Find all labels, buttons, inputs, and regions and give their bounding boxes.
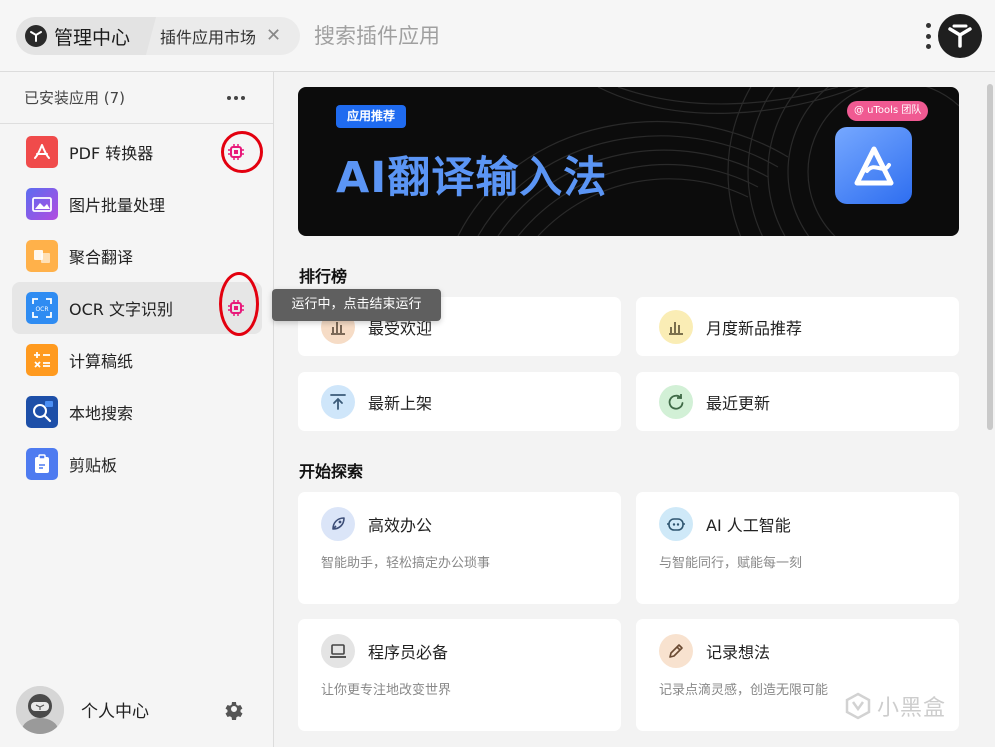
sidebar-item-calculator[interactable]: 计算稿纸 xyxy=(12,334,262,386)
card-label: 最近更新 xyxy=(706,393,771,413)
sidebar-item-label: 剪贴板 xyxy=(69,456,118,475)
utools-logo-icon xyxy=(25,25,47,47)
card-label: 高效办公 xyxy=(368,516,433,535)
pencil-icon xyxy=(659,634,693,668)
search-icon xyxy=(26,396,58,428)
running-tooltip: 运行中，点击结束运行 xyxy=(272,289,441,321)
card-label: 最新上架 xyxy=(368,393,433,413)
team-tag: @ uTools 团队 xyxy=(847,101,929,121)
card-description: 记录点滴灵感，创造无限可能 xyxy=(659,683,829,698)
watermark: 小黑盒 xyxy=(843,690,946,722)
user-center[interactable]: 个人中心 xyxy=(0,672,273,747)
sidebar-item-label: 计算稿纸 xyxy=(69,352,134,371)
breadcrumb-tab-label: 插件应用市场 xyxy=(160,28,257,47)
explore-card-office[interactable]: 高效办公 智能助手，轻松搞定办公琐事 xyxy=(298,492,621,604)
sidebar-item-translate[interactable]: 聚合翻译 xyxy=(12,230,262,282)
rocket-icon xyxy=(321,507,355,541)
bar-chart-icon xyxy=(659,309,693,344)
translate-icon xyxy=(26,240,58,272)
recommend-badge: 应用推荐 xyxy=(336,105,407,128)
sidebar-item-label: PDF 转换器 xyxy=(69,144,154,163)
ranking-card-newest[interactable]: 最新上架 xyxy=(298,372,621,431)
ranking-card-updated[interactable]: 最近更新 xyxy=(636,372,959,431)
main-content: 应用推荐 AI翻译输入法 @ uTools 团队 排行榜 最受欢迎 月度新品推荐… xyxy=(275,72,995,747)
avatar[interactable] xyxy=(16,685,64,734)
watermark-label: 小黑盒 xyxy=(877,696,947,721)
more-icon[interactable] xyxy=(227,96,245,100)
card-label: 程序员必备 xyxy=(368,643,449,662)
highlight-ring xyxy=(219,272,259,336)
search-input[interactable] xyxy=(314,20,874,52)
ranking-title: 排行榜 xyxy=(299,267,348,286)
sidebar-item-local-search[interactable]: 本地搜索 xyxy=(12,386,262,438)
heybox-logo-icon xyxy=(845,692,871,720)
top-bar: 管理中心 插件应用市场 ✕ xyxy=(0,0,995,72)
more-menu-icon[interactable] xyxy=(920,20,936,52)
explore-card-programmer[interactable]: 程序员必备 让你更专注地改变世界 xyxy=(298,619,621,731)
explore-card-ai[interactable]: AI 人工智能 与智能同行，赋能每一刻 xyxy=(636,492,959,604)
pdf-icon xyxy=(26,136,58,168)
ranking-card-monthly[interactable]: 月度新品推荐 xyxy=(636,297,959,356)
sidebar-item-label: OCR 文字识别 xyxy=(69,300,173,319)
sidebar: 已安装应用 (7) PDF 转换器 图片批量处理 聚合翻译 OCR OCR 文字… xyxy=(0,72,274,747)
laptop-icon xyxy=(321,634,355,668)
ocr-icon: OCR xyxy=(26,292,58,324)
clipboard-icon xyxy=(26,448,58,480)
banner-title: AI翻译输入法 xyxy=(336,153,608,203)
robot-icon xyxy=(659,507,693,541)
ai-translate-app-icon xyxy=(835,127,912,204)
close-icon[interactable]: ✕ xyxy=(266,27,281,45)
card-label: 记录想法 xyxy=(706,643,771,662)
sidebar-item-clipboard[interactable]: 剪贴板 xyxy=(12,438,262,490)
highlight-ring xyxy=(221,131,263,173)
upload-icon xyxy=(321,384,355,419)
breadcrumb-home-label: 管理中心 xyxy=(54,26,131,49)
svg-text:OCR: OCR xyxy=(35,306,48,313)
sidebar-item-image-batch[interactable]: 图片批量处理 xyxy=(12,178,262,230)
card-description: 让你更专注地改变世界 xyxy=(321,683,452,698)
installed-apps-title: 已安装应用 (7) xyxy=(24,89,126,107)
card-label: 月度新品推荐 xyxy=(706,318,803,338)
explore-title: 开始探索 xyxy=(299,462,364,481)
utools-logo-icon[interactable] xyxy=(938,14,982,58)
card-label: AI 人工智能 xyxy=(706,516,791,535)
calculator-icon xyxy=(26,344,58,376)
sidebar-item-label: 图片批量处理 xyxy=(69,196,166,215)
featured-banner[interactable]: 应用推荐 AI翻译输入法 @ uTools 团队 xyxy=(298,87,959,236)
scrollbar[interactable] xyxy=(987,84,993,430)
card-description: 与智能同行，赋能每一刻 xyxy=(659,556,803,571)
sidebar-item-label: 聚合翻译 xyxy=(69,248,134,267)
card-description: 智能助手，轻松搞定办公琐事 xyxy=(321,556,491,571)
breadcrumb-tab-market[interactable]: 插件应用市场 ✕ xyxy=(146,17,300,55)
sidebar-item-label: 本地搜索 xyxy=(69,404,134,423)
breadcrumb-home[interactable]: 管理中心 xyxy=(16,17,156,55)
refresh-icon xyxy=(659,384,693,419)
image-icon xyxy=(26,188,58,220)
gear-icon[interactable] xyxy=(222,698,246,722)
installed-apps-header: 已安装应用 (7) xyxy=(0,72,273,124)
user-center-label: 个人中心 xyxy=(81,702,149,722)
